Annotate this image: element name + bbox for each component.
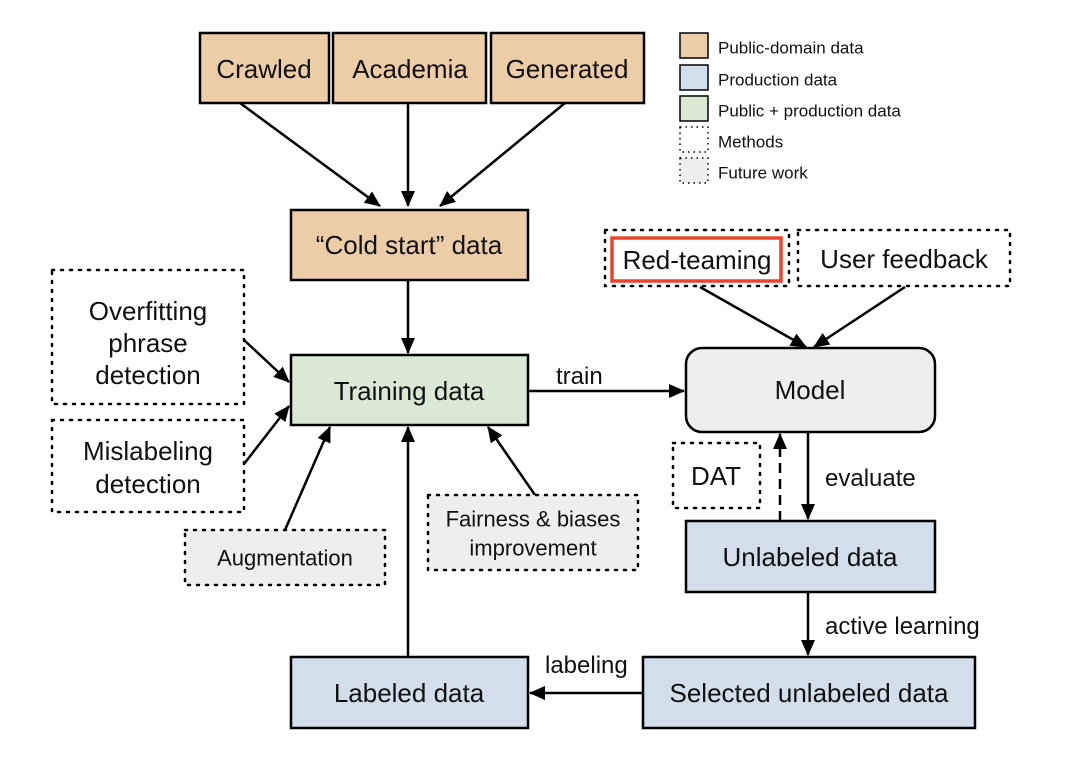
legend-label: Public-domain data <box>718 39 864 58</box>
legend: Public-domain data Production data Publi… <box>679 32 901 184</box>
node-fairness-label: improvement <box>469 536 596 561</box>
node-academia: Academia <box>331 31 488 105</box>
node-generated: Generated <box>489 31 646 105</box>
node-unlabeled-label: Unlabeled data <box>723 542 898 572</box>
node-selected: Selected unlabeled data <box>641 655 977 730</box>
node-red-teaming-label: Red-teaming <box>623 245 772 275</box>
node-augmentation: Augmentation <box>183 528 387 587</box>
node-overfitting-label: Overfitting <box>89 296 208 326</box>
arrow-generated-cold <box>439 102 566 207</box>
node-overfitting-label: phrase <box>108 328 188 358</box>
node-model: Model <box>684 346 937 434</box>
edge-label-evaluate: evaluate <box>825 465 916 492</box>
node-user-feedback: User feedback <box>796 228 1012 288</box>
arrow-redteam-model <box>699 285 807 349</box>
arrow-fairness-training <box>486 426 537 496</box>
node-mislabeling-label: detection <box>95 469 201 499</box>
node-fairness: Fairness & biases improvement <box>426 493 640 572</box>
node-augmentation-label: Augmentation <box>217 546 353 571</box>
legend-item-production: Production data <box>679 64 838 91</box>
edge-label-labeling: labeling <box>545 652 628 679</box>
arrow-mislabeling-training <box>243 405 290 465</box>
node-cold-start-label: “Cold start” data <box>316 230 503 260</box>
arrow-augmentation-training <box>283 426 332 531</box>
node-crawled: Crawled <box>198 31 331 105</box>
edge-label-active-learning: active learning <box>825 613 980 640</box>
legend-label: Future work <box>718 164 808 183</box>
node-generated-label: Generated <box>506 54 629 84</box>
legend-item-both: Public + production data <box>679 95 901 122</box>
arrow-overfitting-training <box>243 339 290 383</box>
node-model-label: Model <box>775 375 846 405</box>
legend-label: Production data <box>718 71 838 90</box>
node-dat: DAT <box>671 441 762 510</box>
node-labeled: Labeled data <box>289 655 530 730</box>
node-overfitting-label: detection <box>95 360 201 390</box>
node-labeled-label: Labeled data <box>334 678 485 708</box>
node-academia-label: Academia <box>352 54 468 84</box>
node-training-label: Training data <box>334 376 485 406</box>
legend-item-methods: Methods <box>679 126 783 153</box>
node-crawled-label: Crawled <box>216 54 311 84</box>
edge-label-train: train <box>556 363 603 390</box>
arrow-crawled-cold <box>239 101 381 208</box>
node-fairness-label: Fairness & biases <box>446 507 621 532</box>
node-selected-label: Selected unlabeled data <box>669 678 949 708</box>
node-dat-label: DAT <box>691 461 741 491</box>
node-unlabeled: Unlabeled data <box>684 519 937 594</box>
legend-label: Methods <box>718 133 783 152</box>
arrow-feedback-model <box>813 285 906 349</box>
node-user-feedback-label: User feedback <box>820 244 989 274</box>
legend-item-future: Future work <box>679 157 808 184</box>
node-mislabeling: Mislabeling detection <box>50 418 246 514</box>
node-mislabeling-label: Mislabeling <box>83 436 213 466</box>
legend-item-public: Public-domain data <box>679 32 864 59</box>
node-training: Training data <box>289 353 530 427</box>
node-red-teaming: Red-teaming <box>603 228 791 288</box>
legend-label: Public + production data <box>718 102 901 121</box>
node-overfitting: Overfitting phrase detection <box>50 268 246 406</box>
node-cold-start: “Cold start” data <box>289 208 530 282</box>
data-flywheel-diagram: train evaluate active learning labeling … <box>50 31 1012 730</box>
